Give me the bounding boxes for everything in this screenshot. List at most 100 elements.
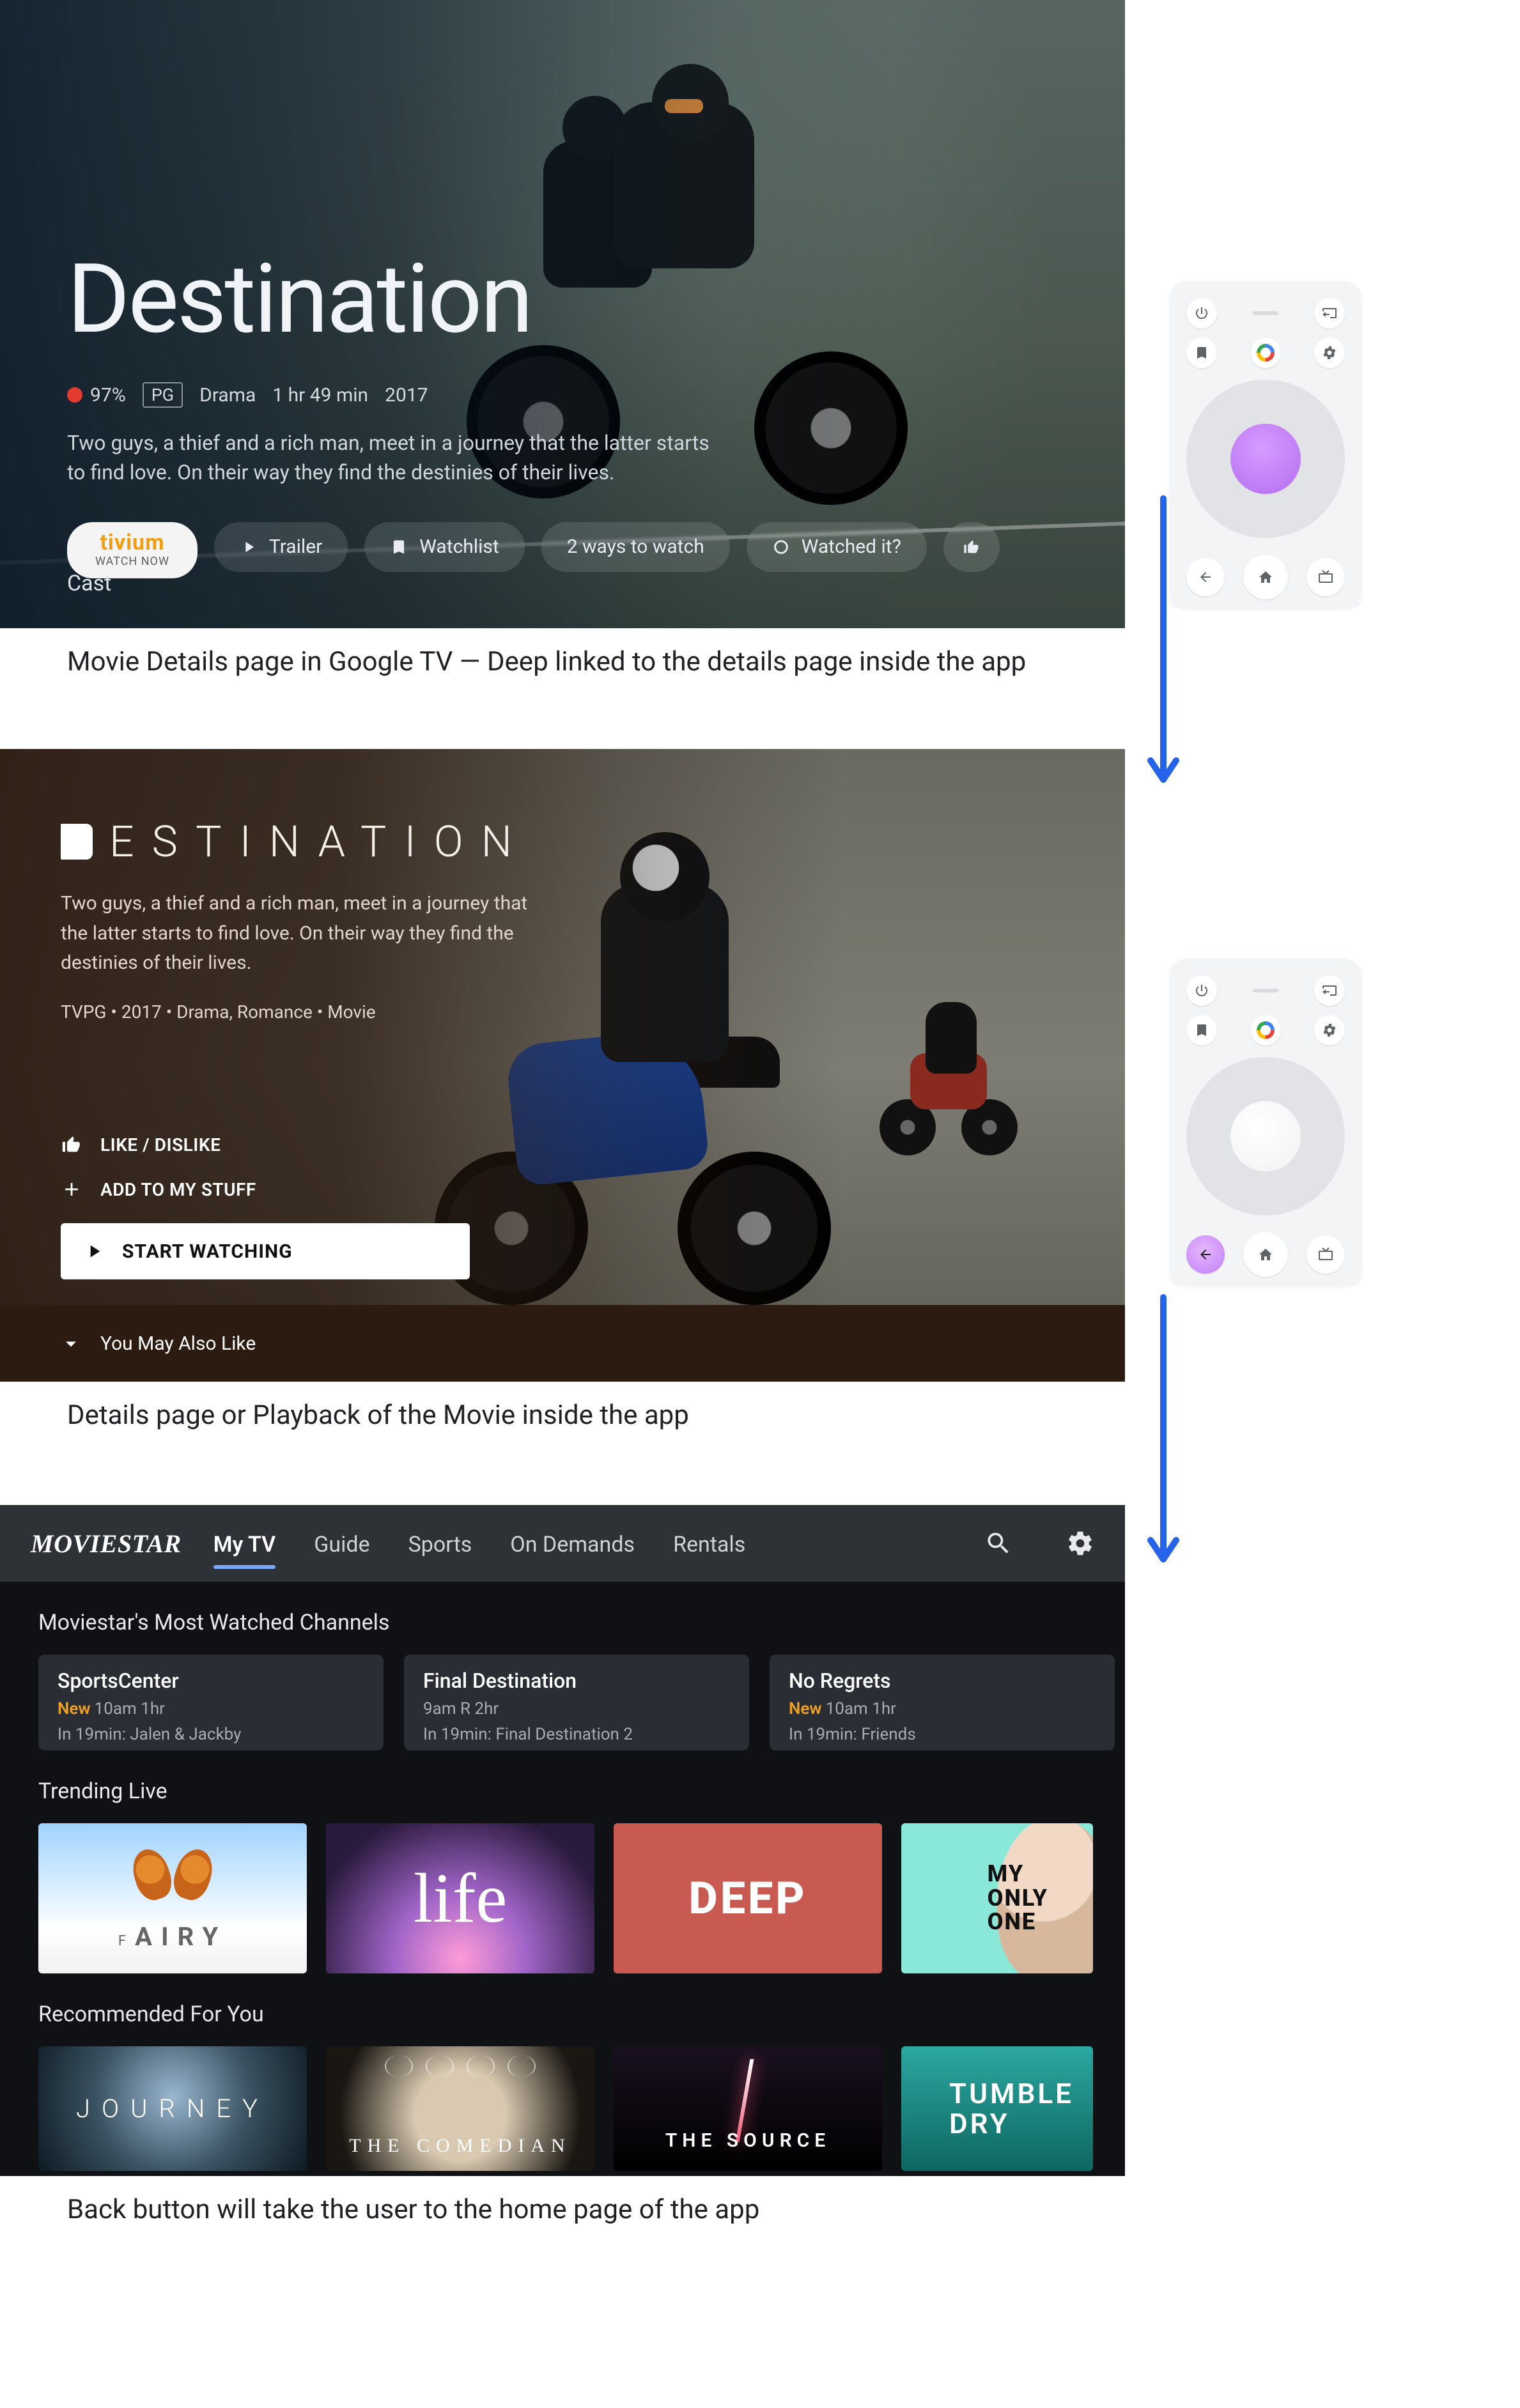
tomato-score: 97% (67, 384, 126, 406)
remote-input-button[interactable] (1314, 298, 1345, 328)
like-dislike-button[interactable]: LIKE / DISLIKE (61, 1134, 470, 1155)
plus-icon (61, 1178, 82, 1200)
remote-power-button[interactable] (1186, 298, 1217, 328)
remote-bookmark-button[interactable] (1186, 1015, 1217, 1046)
thumbs-icon (963, 538, 981, 556)
channel-next: In 19min: Jalen & Jackby (58, 1725, 364, 1744)
tv-icon (1318, 569, 1333, 585)
remote-tv-button[interactable] (1307, 1235, 1345, 1274)
home-icon (1258, 1247, 1273, 1262)
nav-tabs: My TV Guide Sports On Demands Rentals (213, 1506, 746, 1580)
year: 2017 (385, 384, 428, 406)
tile-label: TUMBLE DRY (949, 2079, 1074, 2138)
remote-home-button[interactable] (1243, 1232, 1288, 1277)
remote-tv-button[interactable] (1307, 558, 1345, 596)
title-initial-block (61, 824, 93, 860)
chevron-down-icon (61, 1333, 81, 1354)
channel-title: No Regrets (789, 1669, 1096, 1693)
ways-to-watch-button[interactable]: 2 ways to watch (541, 522, 730, 572)
remote-assistant-button[interactable] (1250, 1015, 1281, 1046)
rating-chip: PG (143, 382, 183, 408)
nav-tab-sports[interactable]: Sports (408, 1506, 472, 1580)
tile-label: JOURNEY (76, 2094, 269, 2124)
play-icon (240, 538, 258, 556)
remote-back-button[interactable] (1186, 558, 1225, 596)
ways-label: 2 ways to watch (567, 536, 704, 558)
nav-tab-my-tv[interactable]: My TV (213, 1506, 276, 1580)
channel-card[interactable]: No RegretsNew10am 1hrIn 19min: Friends (770, 1655, 1115, 1750)
flow-arrow-2 (1144, 1291, 1183, 1572)
nav-tab-on-demands[interactable]: On Demands (510, 1506, 635, 1580)
remote-dpad[interactable] (1186, 380, 1345, 538)
section-most-watched: Moviestar's Most Watched Channels (0, 1582, 1125, 1655)
you-may-also-like-row[interactable]: You May Also Like (0, 1305, 1125, 1382)
laurel-icons (385, 2055, 536, 2077)
remote-bookmark-button[interactable] (1186, 337, 1217, 368)
movie-title: Destination (67, 243, 1087, 355)
remote-control-2 (1170, 959, 1361, 1286)
caption-3: Back button will take the user to the ho… (0, 2176, 1520, 2225)
nav-tab-rentals[interactable]: Rentals (673, 1506, 745, 1580)
trending-tile-life[interactable]: life (326, 1823, 594, 1973)
tile-label: THE SOURCE (665, 2129, 830, 2152)
power-icon (1194, 983, 1209, 998)
remote-select-button[interactable] (1230, 1101, 1301, 1171)
bookmark-icon (1194, 1023, 1209, 1038)
remote-back-button-highlighted[interactable] (1186, 1235, 1225, 1274)
cast-heading: Cast (67, 571, 111, 596)
watch-now-button[interactable]: tivium WATCH NOW (67, 522, 198, 578)
add-to-stuff-button[interactable]: ADD TO MY STUFF (61, 1178, 470, 1200)
tomato-icon (67, 387, 82, 403)
flow-arrow-1 (1144, 492, 1183, 792)
back-icon (1198, 569, 1213, 585)
movie-description: Two guys, a thief and a rich man, meet i… (67, 428, 719, 488)
remote-settings-button[interactable] (1314, 1015, 1345, 1046)
more-button[interactable] (943, 522, 1000, 572)
channel-card[interactable]: SportsCenter New10am 1hr In 19min: Jalen &… (38, 1655, 384, 1750)
remote-control-1 (1170, 281, 1361, 608)
remote-settings-button[interactable] (1314, 337, 1345, 368)
input-icon (1322, 305, 1337, 321)
gear-icon[interactable] (1066, 1529, 1094, 1557)
search-icon[interactable] (984, 1529, 1012, 1557)
rec-tile-journey[interactable]: JOURNEY (38, 2046, 307, 2171)
remote-select-button[interactable] (1230, 424, 1301, 494)
gear-icon (1322, 1023, 1337, 1038)
provider-brand: tivium (100, 532, 164, 553)
gear-icon (1322, 345, 1337, 360)
trending-tile-only-one[interactable]: MY ONLY ONE (901, 1823, 1093, 1973)
tile-label: DEEP (688, 1872, 807, 1925)
trending-tile-deep[interactable]: DEEP (614, 1823, 882, 1973)
watchlist-button[interactable]: Watchlist (364, 522, 524, 572)
trending-tile-fairy[interactable]: FAIRY (38, 1823, 307, 1973)
nav-tab-guide[interactable]: Guide (314, 1506, 369, 1580)
remote-dpad[interactable] (1186, 1057, 1345, 1216)
home-icon (1258, 569, 1273, 585)
butterfly-icon (134, 1849, 211, 1906)
start-label: START WATCHING (122, 1240, 293, 1263)
remote-power-button[interactable] (1186, 975, 1217, 1006)
play-icon (84, 1241, 104, 1262)
rec-tile-tumble[interactable]: TUMBLE DRY (901, 2046, 1093, 2171)
rec-tile-source[interactable]: THE SOURCE (614, 2046, 882, 2171)
title-rest: ESTINATION (109, 816, 530, 867)
rec-tile-comedian[interactable]: THE COMEDIAN (326, 2046, 594, 2171)
start-watching-button[interactable]: START WATCHING (61, 1223, 470, 1279)
channel-title: SportsCenter (58, 1669, 364, 1693)
channel-time: New10am 1hr (58, 1699, 364, 1718)
channel-next: In 19min: Final Destination 2 (423, 1725, 730, 1744)
remote-input-button[interactable] (1314, 975, 1345, 1006)
remote-notch (1253, 311, 1278, 315)
tile-label: FAIRY (118, 1922, 227, 1952)
tomato-pct: 97% (90, 384, 126, 406)
tv-icon (1318, 1247, 1333, 1262)
add-label: ADD TO MY STUFF (100, 1179, 256, 1200)
watch-now-label: WATCH NOW (95, 555, 169, 568)
tile-label: THE COMEDIAN (349, 2135, 571, 2157)
remote-assistant-button[interactable] (1250, 337, 1281, 368)
channel-card[interactable]: Final Destination9am R 2hrIn 19min: Fina… (404, 1655, 749, 1750)
remote-home-button[interactable] (1243, 555, 1288, 599)
trailer-button[interactable]: Trailer (214, 522, 348, 572)
watched-it-button[interactable]: Watched it? (747, 522, 927, 572)
power-icon (1194, 305, 1209, 321)
